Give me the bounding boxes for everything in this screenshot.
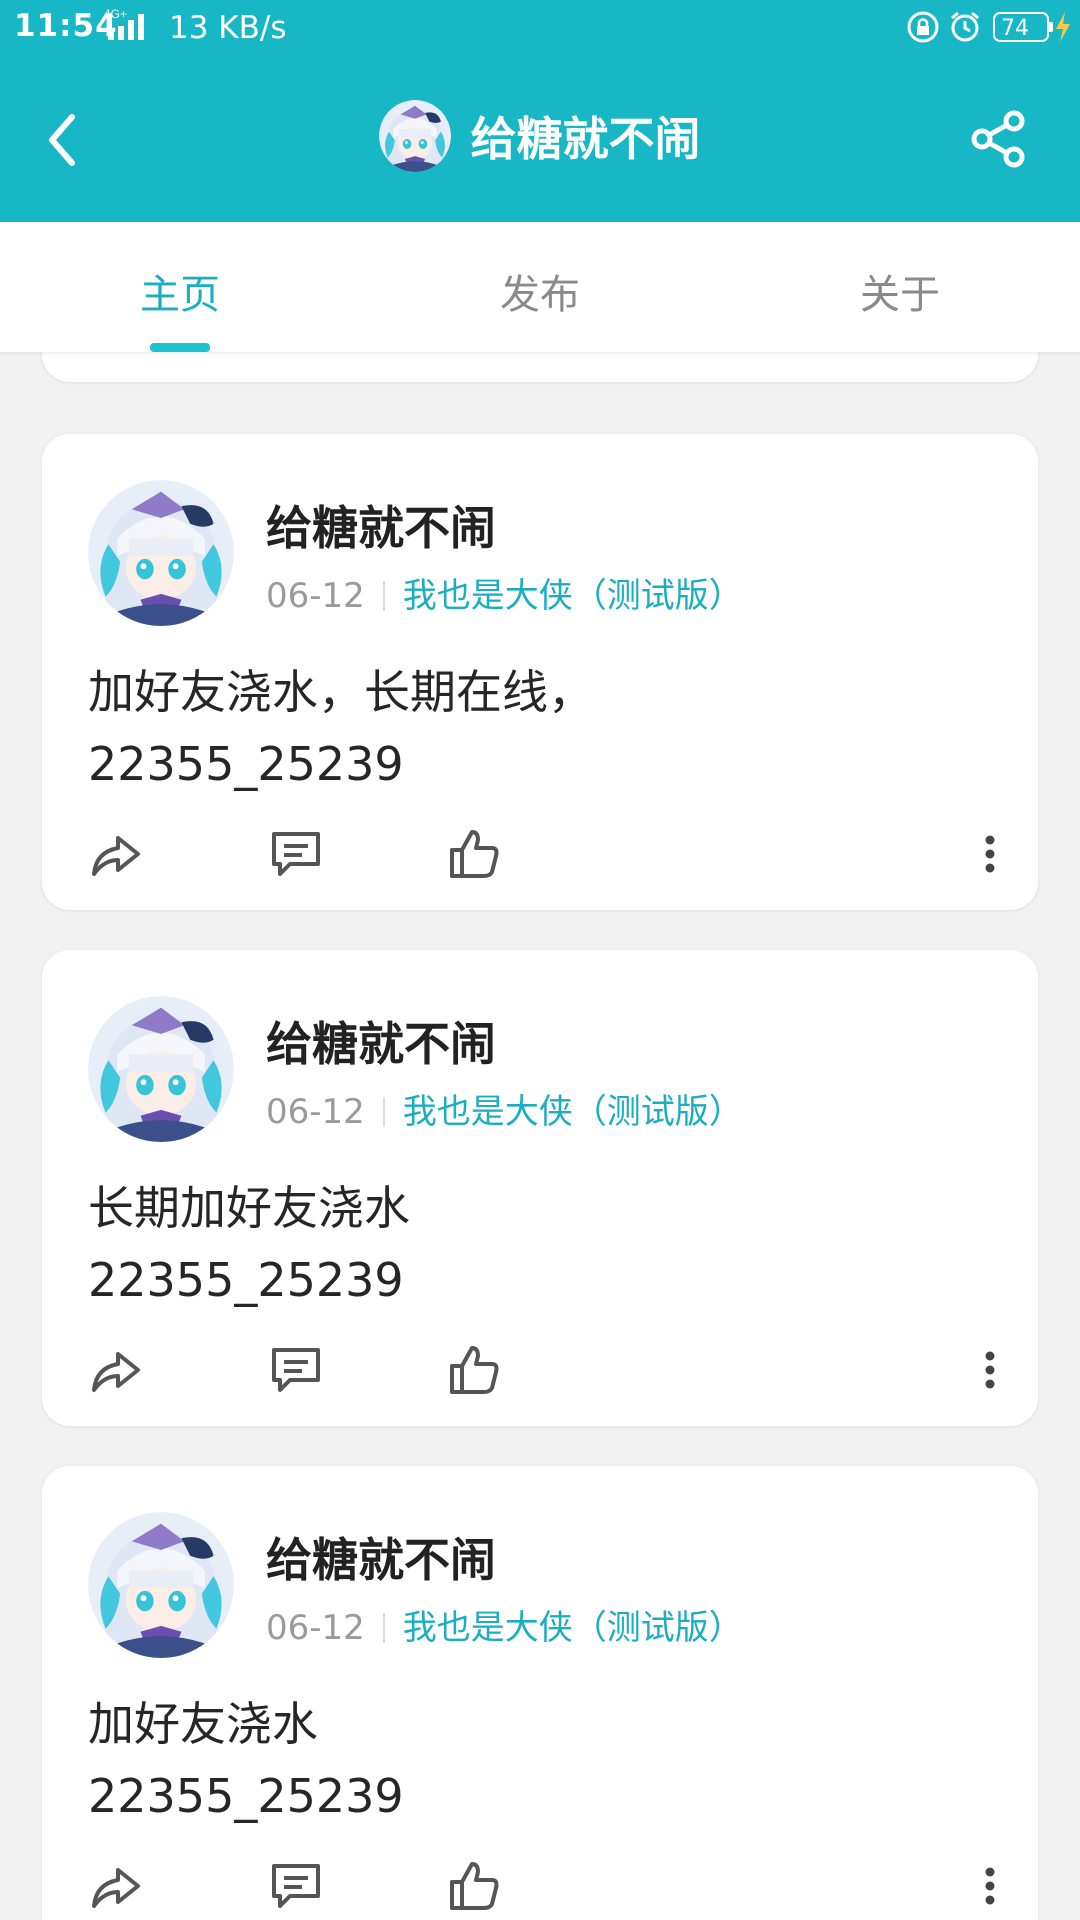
author-name[interactable]: 给糖就不闹	[266, 1524, 496, 1590]
status-speed: 13 KB/s	[169, 10, 287, 46]
tab-bar: 主页 发布 关于	[0, 222, 1080, 352]
share-arrow-icon[interactable]	[88, 1342, 144, 1398]
tab-label: 关于	[860, 272, 940, 318]
post-text-line: 长期加好友浇水	[88, 1181, 410, 1235]
post-meta: 06-12 我也是大侠（测试版）	[266, 1084, 743, 1133]
comment-icon[interactable]	[268, 1858, 324, 1914]
post-card[interactable]: 给糖就不闹 06-12 我也是大侠（测试版） 加好友浇水，长期在线， 22355_…	[42, 434, 1038, 910]
app-bar-title-group: 给糖就不闹	[0, 100, 1080, 172]
like-icon[interactable]	[446, 826, 502, 882]
tab-indicator	[150, 343, 210, 352]
status-bar: 11:54 4G+ 13 KB/s 74	[0, 0, 1080, 55]
more-options-icon[interactable]	[972, 1858, 1008, 1914]
post-content[interactable]: 加好友浇水，长期在线， 22355_25239	[88, 656, 594, 800]
lock-rotation-icon	[907, 11, 939, 43]
alarm-icon	[951, 11, 979, 42]
post-actions	[42, 1850, 1038, 1920]
game-link[interactable]: 我也是大侠（测试版）	[403, 1092, 743, 1132]
author-avatar[interactable]	[88, 1512, 234, 1658]
comment-icon[interactable]	[268, 826, 324, 882]
post-feed[interactable]: 给糖就不闹 06-12 我也是大侠（测试版） 加好友浇水，长期在线， 22355_…	[0, 352, 1080, 1920]
meta-divider	[382, 1097, 385, 1127]
post-text-line: 加好友浇水，长期在线，	[88, 665, 594, 719]
post-card-partial	[42, 352, 1038, 382]
post-content[interactable]: 加好友浇水 22355_25239	[88, 1688, 404, 1832]
share-arrow-icon[interactable]	[88, 1858, 144, 1914]
post-meta: 06-12 我也是大侠（测试版）	[266, 568, 743, 617]
post-text-line: 22355_25239	[88, 1253, 404, 1307]
tab-home[interactable]: 主页	[0, 222, 360, 352]
share-icon[interactable]	[966, 107, 1030, 171]
post-actions	[42, 818, 1038, 888]
post-meta: 06-12 我也是大侠（测试版）	[266, 1600, 743, 1649]
meta-divider	[382, 581, 385, 611]
more-options-icon[interactable]	[972, 826, 1008, 882]
app-bar: 给糖就不闹	[0, 55, 1080, 222]
game-link[interactable]: 我也是大侠（测试版）	[403, 1608, 743, 1648]
author-avatar[interactable]	[88, 996, 234, 1142]
tab-label: 主页	[140, 272, 220, 318]
post-date: 06-12	[266, 1608, 365, 1648]
like-icon[interactable]	[446, 1858, 502, 1914]
post-date: 06-12	[266, 576, 365, 616]
battery-level: 74	[1001, 16, 1029, 41]
share-arrow-icon[interactable]	[88, 826, 144, 882]
game-link[interactable]: 我也是大侠（测试版）	[403, 576, 743, 616]
post-text-line: 22355_25239	[88, 737, 404, 791]
header: 11:54 4G+ 13 KB/s 74 给糖就不闹	[0, 0, 1080, 222]
status-time: 11:54	[14, 8, 118, 44]
tab-about[interactable]: 关于	[720, 222, 1080, 352]
network-type: 4G+	[104, 7, 127, 21]
signal-icon: 4G+	[104, 7, 144, 40]
post-actions	[42, 1334, 1038, 1404]
tab-label: 发布	[500, 272, 580, 318]
post-card[interactable]: 给糖就不闹 06-12 我也是大侠（测试版） 长期加好友浇水 22355_2523…	[42, 950, 1038, 1426]
post-date: 06-12	[266, 1092, 365, 1132]
meta-divider	[382, 1613, 385, 1643]
comment-icon[interactable]	[268, 1342, 324, 1398]
post-text-line: 22355_25239	[88, 1769, 404, 1823]
title-avatar	[379, 100, 451, 172]
post-card[interactable]: 给糖就不闹 06-12 我也是大侠（测试版） 加好友浇水 22355_25239	[42, 1466, 1038, 1920]
author-avatar[interactable]	[88, 480, 234, 626]
charging-icon	[1056, 12, 1070, 42]
battery-icon: 74	[993, 12, 1053, 42]
author-name[interactable]: 给糖就不闹	[266, 492, 496, 558]
more-options-icon[interactable]	[972, 1342, 1008, 1398]
like-icon[interactable]	[446, 1342, 502, 1398]
page-title: 给糖就不闹	[470, 112, 701, 166]
tab-publish[interactable]: 发布	[360, 222, 720, 352]
post-text-line: 加好友浇水	[88, 1697, 318, 1751]
author-name[interactable]: 给糖就不闹	[266, 1008, 496, 1074]
post-content[interactable]: 长期加好友浇水 22355_25239	[88, 1172, 410, 1316]
